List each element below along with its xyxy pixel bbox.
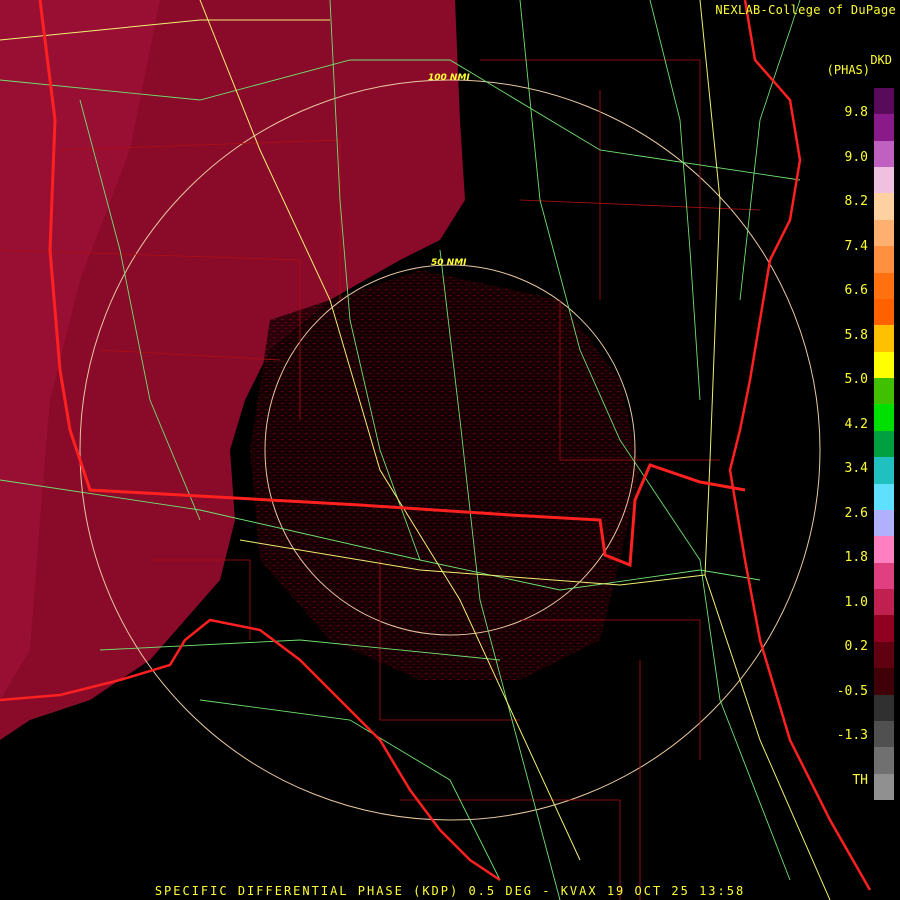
legend-swatch	[874, 615, 894, 643]
legend-tick-label: 5.0	[844, 372, 868, 387]
legend-swatch	[874, 483, 894, 511]
legend-swatch	[874, 694, 894, 722]
ring-label-50nmi: 50 NMI	[431, 258, 467, 268]
legend-swatch	[874, 378, 894, 405]
legend-swatch	[874, 272, 894, 300]
legend-tick-label: 1.0	[844, 594, 868, 610]
legend-tick-label: TH	[852, 772, 868, 788]
legend-tick-label: 2.6	[844, 505, 868, 521]
radar-map	[0, 0, 872, 900]
legend-swatch	[874, 509, 894, 537]
legend-swatch	[874, 140, 894, 168]
legend-tick-label: 6.6	[844, 283, 868, 298]
legend-tick-label: 8.2	[844, 194, 868, 209]
legend-swatch	[874, 457, 894, 485]
legend-swatch	[874, 589, 894, 616]
legend-swatch	[874, 641, 894, 669]
credit-text: NEXLAB-College of DuPage	[715, 3, 896, 17]
radar-map-view: 100 NMI 50 NMI NEXLAB-College of DuPage …	[0, 0, 900, 900]
ring-label-100nmi: 100 NMI	[428, 73, 470, 83]
legend-swatch	[874, 668, 894, 695]
legend-tick-label: 0.2	[844, 639, 868, 654]
legend-tick-label: -1.3	[836, 728, 868, 743]
legend-swatch	[874, 404, 894, 432]
legend-swatch	[874, 773, 894, 801]
legend-swatch	[874, 298, 894, 326]
legend-swatch	[874, 219, 894, 247]
legend-tick-label: 3.4	[844, 461, 868, 476]
legend-swatch	[874, 193, 894, 221]
legend-tick-label: 1.8	[844, 550, 868, 565]
legend-swatch	[874, 351, 894, 379]
legend-units: DKD	[870, 53, 892, 67]
legend-color-bar	[874, 88, 894, 801]
legend-tick-label: 5.8	[844, 327, 868, 343]
legend-tick-label: 9.0	[844, 149, 868, 165]
legend-tick-label: 9.8	[844, 105, 868, 120]
legend-swatch	[874, 325, 894, 353]
atlantic-coast	[728, 0, 872, 891]
legend-swatch	[874, 88, 894, 115]
legend-tick-label: 7.4	[844, 238, 868, 254]
legend-swatch	[874, 167, 894, 194]
legend-swatch	[874, 747, 894, 775]
product-footer: SPECIFIC DIFFERENTIAL PHASE (KDP) 0.5 DE…	[154, 884, 746, 898]
legend-units-sub: (PHAS)	[826, 63, 870, 77]
legend-tick-label: 4.2	[844, 416, 868, 432]
legend-swatch	[874, 536, 894, 564]
legend-swatch	[874, 114, 894, 142]
legend-swatch	[874, 562, 894, 590]
legend-swatch	[874, 246, 894, 274]
legend-tick-label: -0.5	[836, 683, 868, 699]
legend-swatch	[874, 720, 894, 748]
legend-swatch	[874, 430, 894, 458]
